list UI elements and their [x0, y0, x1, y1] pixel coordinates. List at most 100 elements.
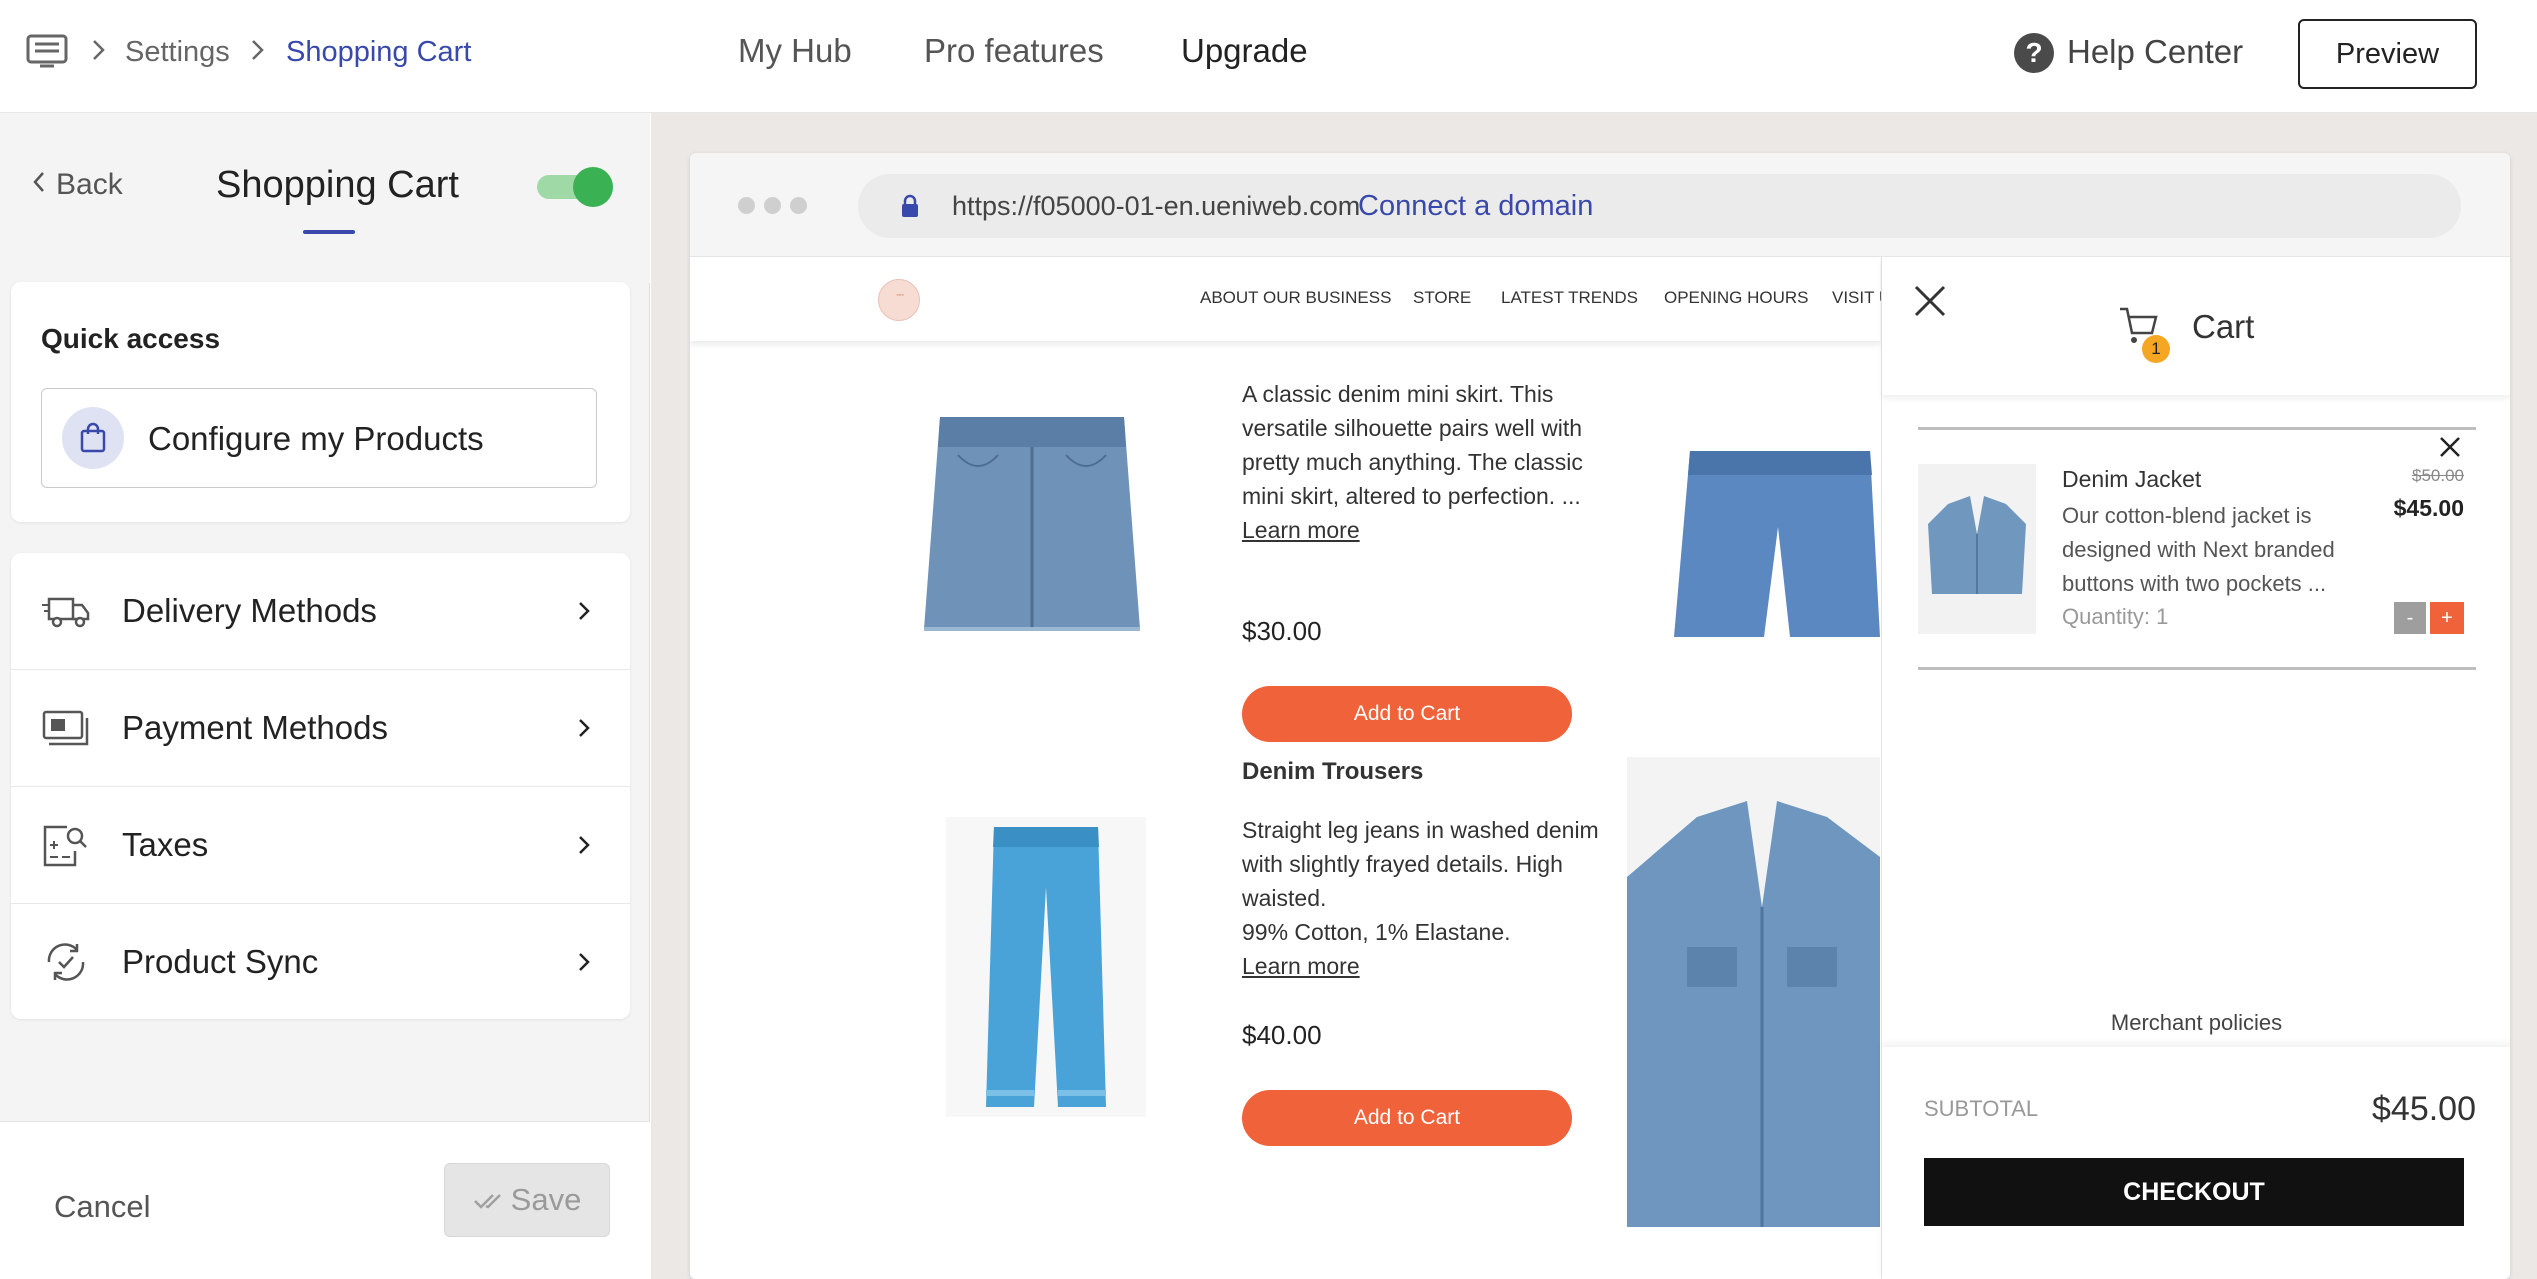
chevron-left-icon — [33, 172, 44, 192]
cart-item-image — [1918, 464, 2036, 634]
save-label: Save — [510, 1182, 582, 1217]
chevron-right-icon — [579, 953, 590, 971]
add-to-cart-button[interactable]: Add to Cart — [1242, 686, 1572, 742]
product-card: Denim Trousers Straight leg jeans in was… — [690, 757, 1880, 1279]
chevron-right-icon — [252, 40, 264, 60]
breadcrumb-settings[interactable]: Settings — [125, 34, 230, 70]
site-nav-about[interactable]: ABOUT OUR BUSINESS — [1200, 287, 1391, 309]
site-nav-store[interactable]: STORE — [1413, 287, 1471, 309]
tax-calculator-icon — [43, 825, 87, 867]
cart-divider — [1918, 427, 2476, 430]
back-label: Back — [56, 168, 123, 201]
configure-products-label: Configure my Products — [148, 420, 484, 457]
save-button[interactable]: Save — [444, 1163, 610, 1237]
cart-item-description: Our cotton-blend jacket is designed with… — [2062, 503, 2335, 596]
product-price: $40.00 — [1242, 1020, 1322, 1050]
top-bar: Settings Shopping Cart My Hub Pro featur… — [0, 0, 2537, 113]
menu-item-label: Taxes — [122, 826, 209, 863]
menu-item-payment-methods[interactable]: Payment Methods — [11, 670, 630, 787]
window-dots — [738, 197, 816, 219]
nav-upgrade[interactable]: Upgrade — [1181, 31, 1308, 71]
quick-access-card: Quick access Configure my Products — [11, 282, 630, 522]
website-icon[interactable] — [26, 34, 68, 68]
add-to-cart-button[interactable]: Add to Cart — [1242, 1090, 1572, 1146]
chevron-right-icon — [579, 602, 590, 620]
settings-panel: Back Shopping Cart Quick access Configur… — [0, 113, 650, 1279]
site-navigation: ◦◦◦ ABOUT OUR BUSINESS STORE LATEST TREN… — [690, 257, 1891, 341]
breadcrumb-current[interactable]: Shopping Cart — [286, 34, 471, 70]
subtotal-value: $45.00 — [2372, 1090, 2476, 1128]
cart-item-original-price: $50.00 — [2412, 466, 2464, 485]
close-icon[interactable] — [1912, 283, 1948, 319]
menu-item-delivery-methods[interactable]: Delivery Methods — [11, 553, 630, 670]
product-price: $30.00 — [1242, 616, 1322, 646]
chevron-right-icon — [93, 40, 105, 60]
quick-access-label: Quick access — [41, 323, 221, 354]
menu-item-label: Delivery Methods — [122, 592, 377, 629]
menu-item-label: Payment Methods — [122, 709, 388, 746]
cart-drawer: 1 Cart Denim Jacket Our cotton-blend jac… — [1881, 257, 2510, 1279]
cart-footer: SUBTOTAL $45.00 CHECKOUT — [1882, 1047, 2510, 1279]
denim-skirt-image[interactable] — [918, 407, 1146, 637]
shopping-bag-icon — [62, 407, 124, 469]
panel-footer: Cancel Save — [0, 1121, 650, 1279]
truck-icon — [42, 597, 90, 628]
denim-trousers-image[interactable] — [946, 817, 1146, 1117]
learn-more-link[interactable]: Learn more — [1242, 513, 1602, 547]
help-center-link[interactable]: Help Center — [2067, 32, 2243, 72]
quantity-increase-button[interactable]: + — [2430, 602, 2464, 634]
title-underline — [303, 230, 355, 234]
cart-divider — [1918, 667, 2476, 670]
app-root: Settings Shopping Cart My Hub Pro featur… — [0, 0, 2537, 1279]
back-button[interactable]: Back — [32, 165, 123, 205]
site-nav-trends[interactable]: LATEST TRENDS — [1501, 287, 1638, 309]
checkout-button[interactable]: CHECKOUT — [1924, 1158, 2464, 1226]
help-icon[interactable]: ? — [2014, 33, 2054, 73]
connect-domain-link[interactable]: Connect a domain — [1358, 189, 1593, 223]
cancel-button[interactable]: Cancel — [54, 1188, 151, 1226]
site-logo[interactable]: ◦◦◦ — [878, 279, 920, 321]
sync-icon — [47, 943, 85, 981]
subtotal-label: SUBTOTAL — [1924, 1096, 2039, 1121]
panel-header: Back Shopping Cart — [0, 113, 650, 283]
denim-shorts-image[interactable] — [1670, 437, 1880, 637]
preview-button[interactable]: Preview — [2298, 19, 2477, 89]
settings-menu: Delivery Methods Payment Methods Taxes P… — [11, 553, 630, 1019]
menu-item-product-sync[interactable]: Product Sync — [11, 904, 630, 1021]
double-check-icon — [473, 1194, 501, 1209]
site-nav-hours[interactable]: OPENING HOURS — [1664, 287, 1809, 309]
cart-title: Cart — [2192, 308, 2255, 345]
product-description-text: A classic denim mini skirt. This versati… — [1242, 381, 1583, 509]
site-url: https://f05000-01-en.ueniweb.com — [952, 191, 1361, 221]
product-description: Straight leg jeans in washed denim with … — [1242, 813, 1602, 983]
shopping-cart-toggle[interactable] — [537, 167, 613, 207]
product-description-text: Straight leg jeans in washed denim with … — [1242, 817, 1599, 945]
menu-item-taxes[interactable]: Taxes — [11, 787, 630, 904]
menu-item-label: Product Sync — [122, 943, 319, 980]
panel-title: Shopping Cart — [216, 164, 459, 206]
configure-products-button[interactable]: Configure my Products — [41, 388, 597, 488]
cart-header: 1 Cart — [1882, 257, 2510, 395]
learn-more-link[interactable]: Learn more — [1242, 949, 1602, 983]
product-description: A classic denim mini skirt. This versati… — [1242, 377, 1602, 547]
cart-count-badge: 1 — [2142, 335, 2170, 363]
cart-item-name: Denim Jacket — [2062, 466, 2202, 492]
nav-my-hub[interactable]: My Hub — [738, 31, 852, 71]
address-bar: https://f05000-01-en.ueniweb.com Connect… — [858, 174, 2461, 238]
chevron-right-icon — [579, 836, 590, 854]
site-preview-browser: https://f05000-01-en.ueniweb.com Connect… — [690, 153, 2510, 1279]
merchant-policies-link[interactable]: Merchant policies — [1882, 1009, 2510, 1037]
lock-icon — [902, 194, 918, 217]
cash-icon — [42, 710, 89, 746]
nav-pro-features[interactable]: Pro features — [924, 31, 1104, 71]
quantity-decrease-button[interactable]: - — [2394, 602, 2426, 634]
denim-jacket-image[interactable] — [1627, 757, 1880, 1227]
toggle-knob — [573, 167, 613, 207]
cart-item-quantity: Quantity: 1 — [2062, 604, 2169, 629]
cart-item-price: $45.00 — [2393, 495, 2464, 521]
chevron-right-icon — [579, 719, 590, 737]
browser-chrome: https://f05000-01-en.ueniweb.com Connect… — [690, 153, 2510, 257]
website-content: ◦◦◦ ABOUT OUR BUSINESS STORE LATEST TREN… — [690, 257, 2510, 1279]
product-title: Denim Trousers — [1242, 758, 1424, 785]
remove-item-icon[interactable] — [2438, 435, 2462, 459]
